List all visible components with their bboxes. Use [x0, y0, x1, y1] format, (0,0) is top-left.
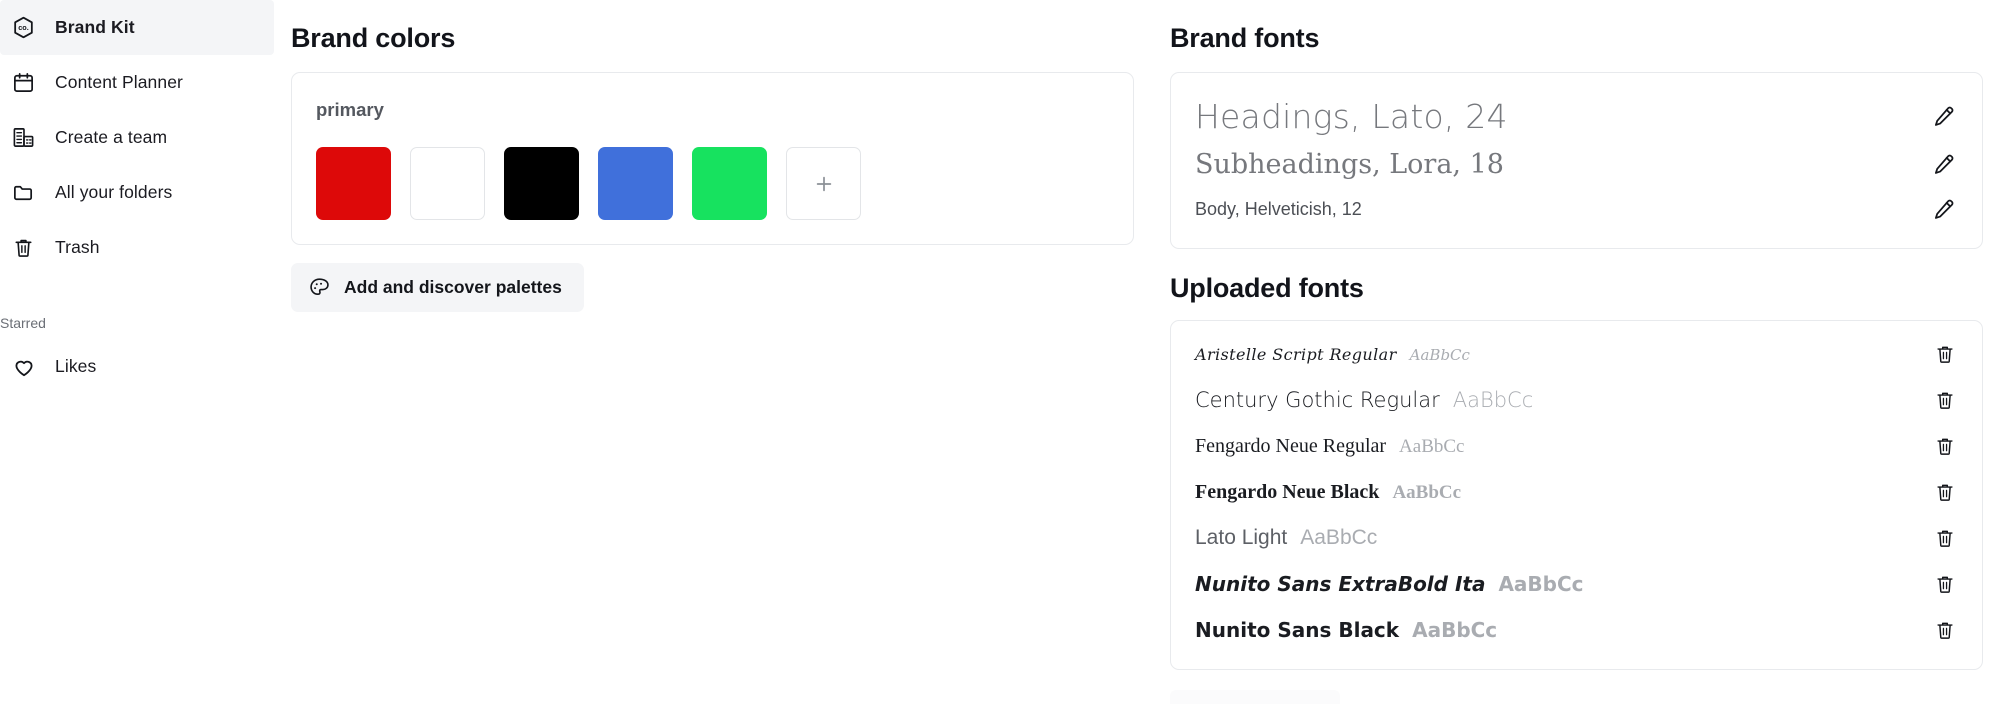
uploaded-font-sample: AaBbCc [1410, 346, 1470, 364]
white-swatch[interactable] [410, 147, 485, 220]
uploaded-font-name: Nunito Sans Black [1195, 618, 1399, 642]
uploaded-font-sample: AaBbCc [1300, 526, 1377, 550]
trash-icon [1934, 481, 1956, 503]
uploaded-font-sample: AaBbCc [1392, 482, 1461, 504]
brand-font-row: Body, Helveticish, 12 [1195, 187, 1960, 232]
brand-fonts-title: Brand fonts [1170, 22, 1983, 54]
sidebar-item-all-your-folders[interactable]: All your folders [0, 165, 274, 220]
folder-icon [10, 179, 37, 206]
delete-font-button[interactable] [1930, 431, 1960, 461]
red-swatch[interactable] [316, 147, 391, 220]
brand-kit-hexagon-icon: co. [10, 14, 37, 41]
uploaded-font-row: Fengardo Neue Black AaBbCc [1195, 469, 1960, 515]
uploaded-font-row: Fengardo Neue Regular AaBbCc [1195, 423, 1960, 469]
edit-body-font-button[interactable] [1927, 193, 1960, 226]
uploaded-font-name: Fengardo Neue Black [1195, 481, 1379, 504]
edit-heading-font-button[interactable] [1927, 100, 1960, 133]
brand-font-row: Headings, Lato, 24 [1195, 91, 1960, 142]
delete-font-button[interactable] [1930, 477, 1960, 507]
delete-font-button[interactable] [1930, 339, 1960, 369]
building-icon [10, 124, 37, 151]
brand-colors-section: Brand colors primary [274, 22, 1134, 719]
heart-icon [10, 353, 37, 380]
sidebar-item-create-a-team[interactable]: Create a team [0, 110, 274, 165]
uploaded-font-row: Aristelle Script Regular AaBbCc [1195, 331, 1960, 377]
body-font-sample: Body, Helveticish, 12 [1195, 199, 1362, 220]
color-swatch-row [316, 147, 1109, 220]
uploaded-font-sample: AaBbCc [1399, 436, 1464, 458]
uploaded-font-name: Nunito Sans ExtraBold Ita [1195, 572, 1485, 596]
sidebar: co. Brand Kit Content Planner [0, 0, 274, 719]
main-content: Brand colors primary [274, 0, 2000, 719]
add-color-swatch-button[interactable] [786, 147, 861, 220]
black-swatch[interactable] [504, 147, 579, 220]
add-and-discover-palettes-button[interactable]: Add and discover palettes [291, 263, 584, 312]
trash-icon [1934, 343, 1956, 365]
brand-colors-card: primary [291, 72, 1134, 245]
heading-font-sample: Headings, Lato, 24 [1195, 97, 1508, 136]
subheading-font-sample: Subheadings, Lora, 18 [1195, 149, 1504, 180]
delete-font-button[interactable] [1930, 523, 1960, 553]
sidebar-item-label: Content Planner [55, 72, 183, 93]
green-swatch[interactable] [692, 147, 767, 220]
trash-icon [1934, 435, 1956, 457]
sidebar-item-label: All your folders [55, 182, 172, 203]
blue-swatch[interactable] [598, 147, 673, 220]
sidebar-item-trash[interactable]: Trash [0, 220, 274, 275]
uploaded-font-name: Fengardo Neue Regular [1195, 435, 1386, 458]
brand-colors-title: Brand colors [291, 22, 1134, 54]
sidebar-item-content-planner[interactable]: Content Planner [0, 55, 274, 110]
brand-fonts-section: Brand fonts Headings, Lato, 24 Subheadin… [1134, 22, 2000, 719]
edit-subheading-font-button[interactable] [1927, 148, 1960, 181]
calendar-icon [10, 69, 37, 96]
sidebar-item-label: Brand Kit [55, 17, 135, 38]
uploaded-fonts-card: Aristelle Script Regular AaBbCc [1170, 320, 1983, 670]
uploaded-fonts-title: Uploaded fonts [1170, 273, 1983, 304]
sidebar-item-label: Likes [55, 356, 96, 377]
trash-icon [1934, 619, 1956, 641]
pencil-icon [1931, 104, 1956, 129]
uploaded-font-row: Century Gothic Regular AaBbCc [1195, 377, 1960, 423]
uploaded-font-name: Century Gothic Regular [1195, 388, 1440, 412]
brand-kit-page: co. Brand Kit Content Planner [0, 0, 2000, 719]
palette-button-label: Add and discover palettes [344, 277, 562, 298]
delete-font-button[interactable] [1930, 615, 1960, 645]
pencil-icon [1931, 152, 1956, 177]
brand-fonts-card: Headings, Lato, 24 Subheadings, Lora, 18 [1170, 72, 1983, 249]
sidebar-item-likes[interactable]: Likes [0, 339, 274, 394]
color-group-name: primary [316, 99, 1109, 121]
trash-icon [1934, 527, 1956, 549]
delete-font-button[interactable] [1930, 385, 1960, 415]
brand-font-row: Subheadings, Lora, 18 [1195, 142, 1960, 187]
svg-text:co.: co. [18, 23, 29, 32]
trash-icon [10, 234, 37, 261]
uploaded-font-row: Lato Light AaBbCc [1195, 515, 1960, 561]
uploaded-font-sample: AaBbCc [1498, 572, 1583, 596]
sidebar-item-label: Create a team [55, 127, 167, 148]
plus-icon [812, 172, 836, 196]
delete-font-button[interactable] [1930, 569, 1960, 599]
uploaded-font-sample: AaBbCc [1453, 388, 1534, 412]
sidebar-section-starred: Starred [0, 313, 274, 333]
trash-icon [1934, 389, 1956, 411]
sidebar-item-label: Trash [55, 237, 100, 258]
upload-font-button-partial[interactable] [1170, 690, 1340, 704]
palette-icon [308, 276, 331, 299]
uploaded-font-row: Nunito Sans Black AaBbCc [1195, 607, 1960, 653]
uploaded-font-row: Nunito Sans ExtraBold Ita AaBbCc [1195, 561, 1960, 607]
trash-icon [1934, 573, 1956, 595]
uploaded-font-name: Lato Light [1195, 526, 1287, 550]
uploaded-font-name: Aristelle Script Regular [1195, 345, 1397, 364]
pencil-icon [1931, 197, 1956, 222]
uploaded-font-sample: AaBbCc [1412, 618, 1497, 642]
sidebar-item-brand-kit[interactable]: co. Brand Kit [0, 0, 274, 55]
